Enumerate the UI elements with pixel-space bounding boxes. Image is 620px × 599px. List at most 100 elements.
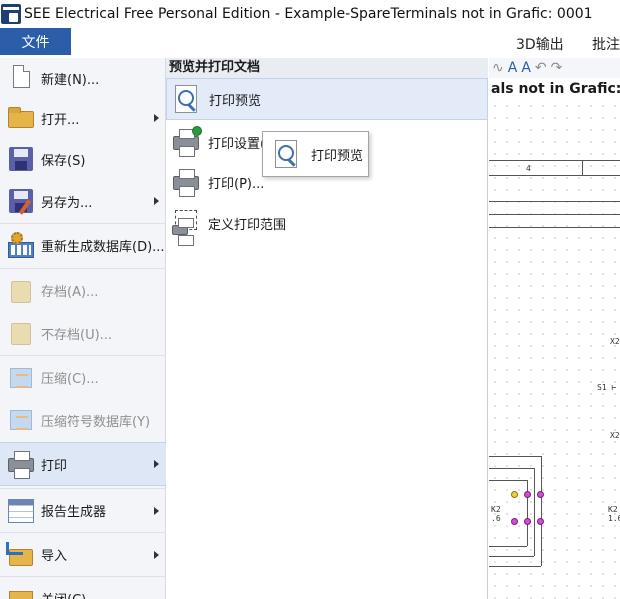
print-preview-icon (171, 83, 203, 115)
frame-line (489, 175, 620, 176)
k2-left-label: K2 (491, 505, 501, 514)
menu-item-label: 压缩符号数据库(Y) (41, 414, 151, 430)
column-number-label: 4 (526, 164, 531, 173)
wave-icon[interactable]: ∿ (492, 61, 504, 75)
menu-item-save-as[interactable]: 另存为... (0, 180, 166, 222)
submenu-arrow-icon (154, 506, 159, 515)
menu-item-label: 保存(S) (41, 153, 86, 169)
terminal-dot (524, 491, 531, 498)
tab-3d-output[interactable]: 3D输出 (516, 34, 564, 54)
frame-line (489, 160, 620, 161)
k2-right-sublabel: 1.6 (608, 514, 620, 523)
print-icon (170, 166, 202, 198)
frame-divider (582, 160, 583, 175)
menu-item-rebuild-database[interactable]: 重新生成数据库(D)... (0, 223, 166, 267)
x2-top-label: X2 (610, 337, 620, 346)
menu-item-close[interactable]: 关闭(C) (0, 576, 166, 599)
submenu-arrow-icon (154, 460, 159, 468)
menu-item-label: 另存为... (41, 195, 93, 211)
open-folder-icon (5, 102, 37, 134)
terminal-dot (537, 518, 544, 525)
terminal-dot (537, 491, 544, 498)
menu-item-label: 重新生成数据库(D)... (41, 240, 165, 255)
save-icon (5, 143, 37, 175)
report-generator-icon (5, 495, 37, 527)
drawing-canvas[interactable]: 4 X2 S1 ⊢ X2 K2 .6 K2 1.6 (489, 100, 620, 599)
ribbon-tab-row: 文件 3D输出 批注 (0, 28, 620, 58)
wire (489, 546, 527, 547)
print-setup-icon (170, 126, 202, 158)
submenu-item-label: 打印预览 (209, 93, 262, 109)
menu-item-compress: 压缩(C)... (0, 355, 166, 399)
menu-item-archive: 存档(A)... (0, 268, 166, 312)
menu-item-label: 关闭(C) (41, 589, 86, 599)
menu-item-label: 导入 (41, 549, 68, 564)
menu-item-label: 压缩(C)... (41, 372, 99, 387)
print-preview-tooltip: 打印预览 (262, 131, 369, 177)
menu-item-unarchive: 不存档(U)... (0, 312, 166, 354)
menu-item-label: 打开... (41, 112, 80, 128)
menu-item-import[interactable]: 导入 (0, 532, 166, 576)
menu-item-label: 新建(N)... (41, 72, 100, 88)
check-icon (192, 126, 202, 136)
compress-symbol-db-icon (5, 404, 37, 436)
tooltip-label: 打印预览 (311, 148, 364, 164)
submenu-arrow-icon (154, 550, 159, 559)
frame-line (489, 201, 620, 202)
file-tab[interactable]: 文件 (0, 28, 71, 55)
unarchive-icon (5, 317, 37, 349)
text-size-icon[interactable]: A (521, 61, 531, 75)
undo-icon[interactable]: ↶ (535, 61, 547, 75)
print-preview-icon (271, 138, 303, 170)
rebuild-database-icon (5, 230, 37, 262)
menu-item-compress-symbol-db: 压缩符号数据库(Y) (0, 399, 166, 441)
close-folder-icon (5, 583, 37, 599)
compress-icon (5, 362, 37, 394)
wire (489, 556, 534, 557)
define-print-range-icon (170, 207, 202, 246)
wire (489, 480, 527, 481)
wire (489, 468, 534, 469)
redo-icon[interactable]: ↷ (551, 61, 563, 75)
terminal-dot (511, 491, 518, 498)
menu-item-label: 打印 (41, 458, 68, 474)
submenu-item-label: 打印设置( (208, 136, 266, 152)
menu-item-report-generator[interactable]: 报告生成器 (0, 488, 166, 532)
import-icon (5, 539, 37, 571)
submenu-item-define-print-range[interactable]: 定义打印范围 (166, 202, 488, 246)
wire (534, 468, 535, 556)
text-style-icon[interactable]: A (508, 61, 518, 75)
menu-item-open[interactable]: 打开... (0, 98, 166, 138)
terminal-dot (524, 518, 531, 525)
new-document-icon (5, 62, 37, 94)
window-title: SEE Electrical Free Personal Edition - E… (24, 6, 593, 22)
menu-item-label: 报告生成器 (41, 505, 107, 520)
document-heading: als not in Grafic: 000 (491, 81, 620, 97)
submenu-item-label: 打印(P)... (208, 176, 265, 192)
printer-icon (5, 448, 37, 480)
wire (489, 456, 541, 457)
tab-annotate[interactable]: 批注 (592, 34, 620, 54)
menu-item-save[interactable]: 保存(S) (0, 138, 166, 180)
title-bar: SEE Electrical Free Personal Edition - E… (0, 0, 620, 28)
submenu-header: 预览并打印文档 (166, 58, 488, 78)
k2-left-sublabel: .6 (491, 514, 501, 523)
quick-toolbar: ∿ A A ↶ ↷ (489, 58, 620, 78)
frame-line (489, 214, 620, 215)
submenu-item-label: 定义打印范围 (208, 217, 287, 233)
frame-line (489, 227, 620, 228)
submenu-item-print-preview[interactable]: 打印预览 (166, 78, 488, 120)
backstage-menu: 新建(N)... 打开... 保存(S) 另存为... 重新生成数据库(D)..… (0, 58, 166, 599)
save-as-icon (5, 185, 37, 217)
menu-item-new[interactable]: 新建(N)... (0, 58, 166, 98)
archive-icon (5, 275, 37, 307)
menu-item-label: 不存档(U)... (41, 327, 113, 343)
menu-item-label: 存档(A)... (41, 285, 99, 300)
submenu-arrow-icon (154, 114, 159, 122)
wire (541, 456, 542, 566)
k2-right-label: K2 (608, 505, 618, 514)
wire (527, 480, 528, 546)
submenu-arrow-icon (154, 197, 159, 205)
menu-item-print[interactable]: 打印 (0, 442, 166, 486)
s1-label: S1 ⊢ (597, 383, 617, 392)
